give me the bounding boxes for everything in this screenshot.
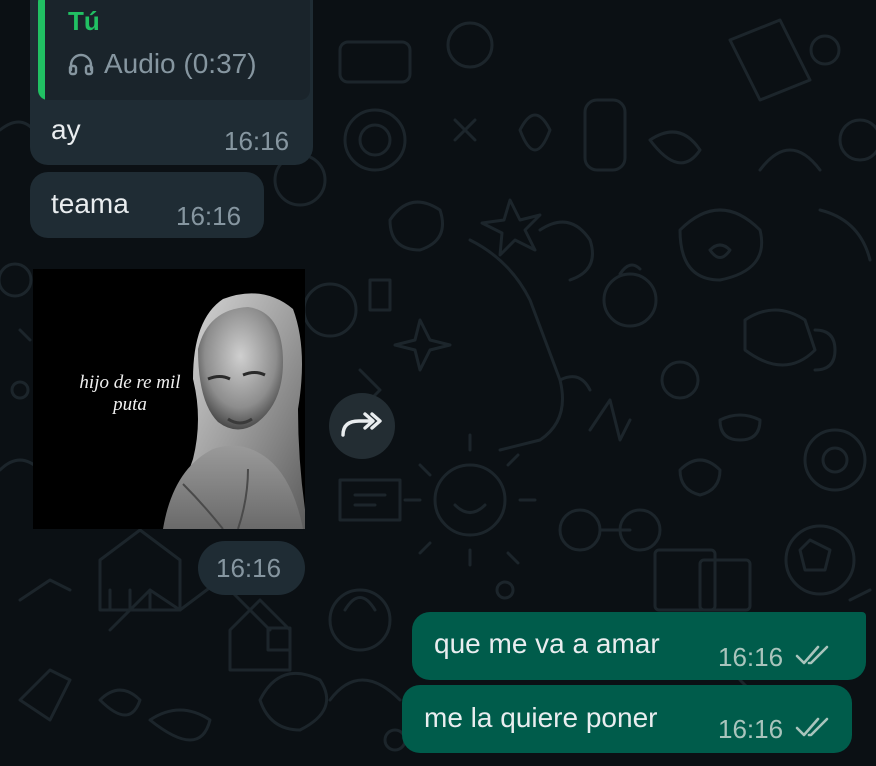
quote-text: Audio (0:37) xyxy=(104,48,257,79)
chat-area[interactable]: Tú Audio (0:37) ay 16:16 teama 16:16 hij… xyxy=(0,0,876,766)
outgoing-message[interactable]: me la quiere poner 16:16 xyxy=(402,685,852,753)
image-caption-line-1: hijo de re mil xyxy=(79,372,181,393)
message-text: me la quiere poner xyxy=(424,702,658,733)
forward-button[interactable] xyxy=(329,393,395,459)
quote-author: Tú xyxy=(68,6,100,36)
message-timestamp: 16:16 xyxy=(718,714,784,744)
message-timestamp: 16:16 xyxy=(224,126,290,156)
message-text: teama xyxy=(51,188,129,219)
message-timestamp: 16:16 xyxy=(216,553,282,583)
quoted-message[interactable]: Tú Audio (0:37) xyxy=(38,0,310,100)
message-text: que me va a amar xyxy=(434,628,660,659)
forward-icon xyxy=(341,412,382,437)
double-check-icon xyxy=(795,717,829,737)
message-timestamp: 16:16 xyxy=(718,642,784,672)
incoming-message[interactable]: teama 16:16 xyxy=(30,172,264,238)
image-caption-line-2: puta xyxy=(113,394,147,415)
headphones-icon xyxy=(68,53,94,76)
image-message[interactable]: hijo de re mil puta xyxy=(33,269,305,529)
quote-body: Audio (0:37) xyxy=(68,48,257,80)
message-text: ay xyxy=(51,114,81,145)
message-timestamp: 16:16 xyxy=(176,201,242,231)
double-check-icon xyxy=(795,645,829,665)
quote-accent-bar xyxy=(38,0,45,100)
outgoing-message[interactable]: que me va a amar 16:16 xyxy=(412,612,866,680)
image-timestamp-pill: 16:16 xyxy=(198,541,305,595)
incoming-message[interactable]: Tú Audio (0:37) ay 16:16 xyxy=(30,0,313,165)
